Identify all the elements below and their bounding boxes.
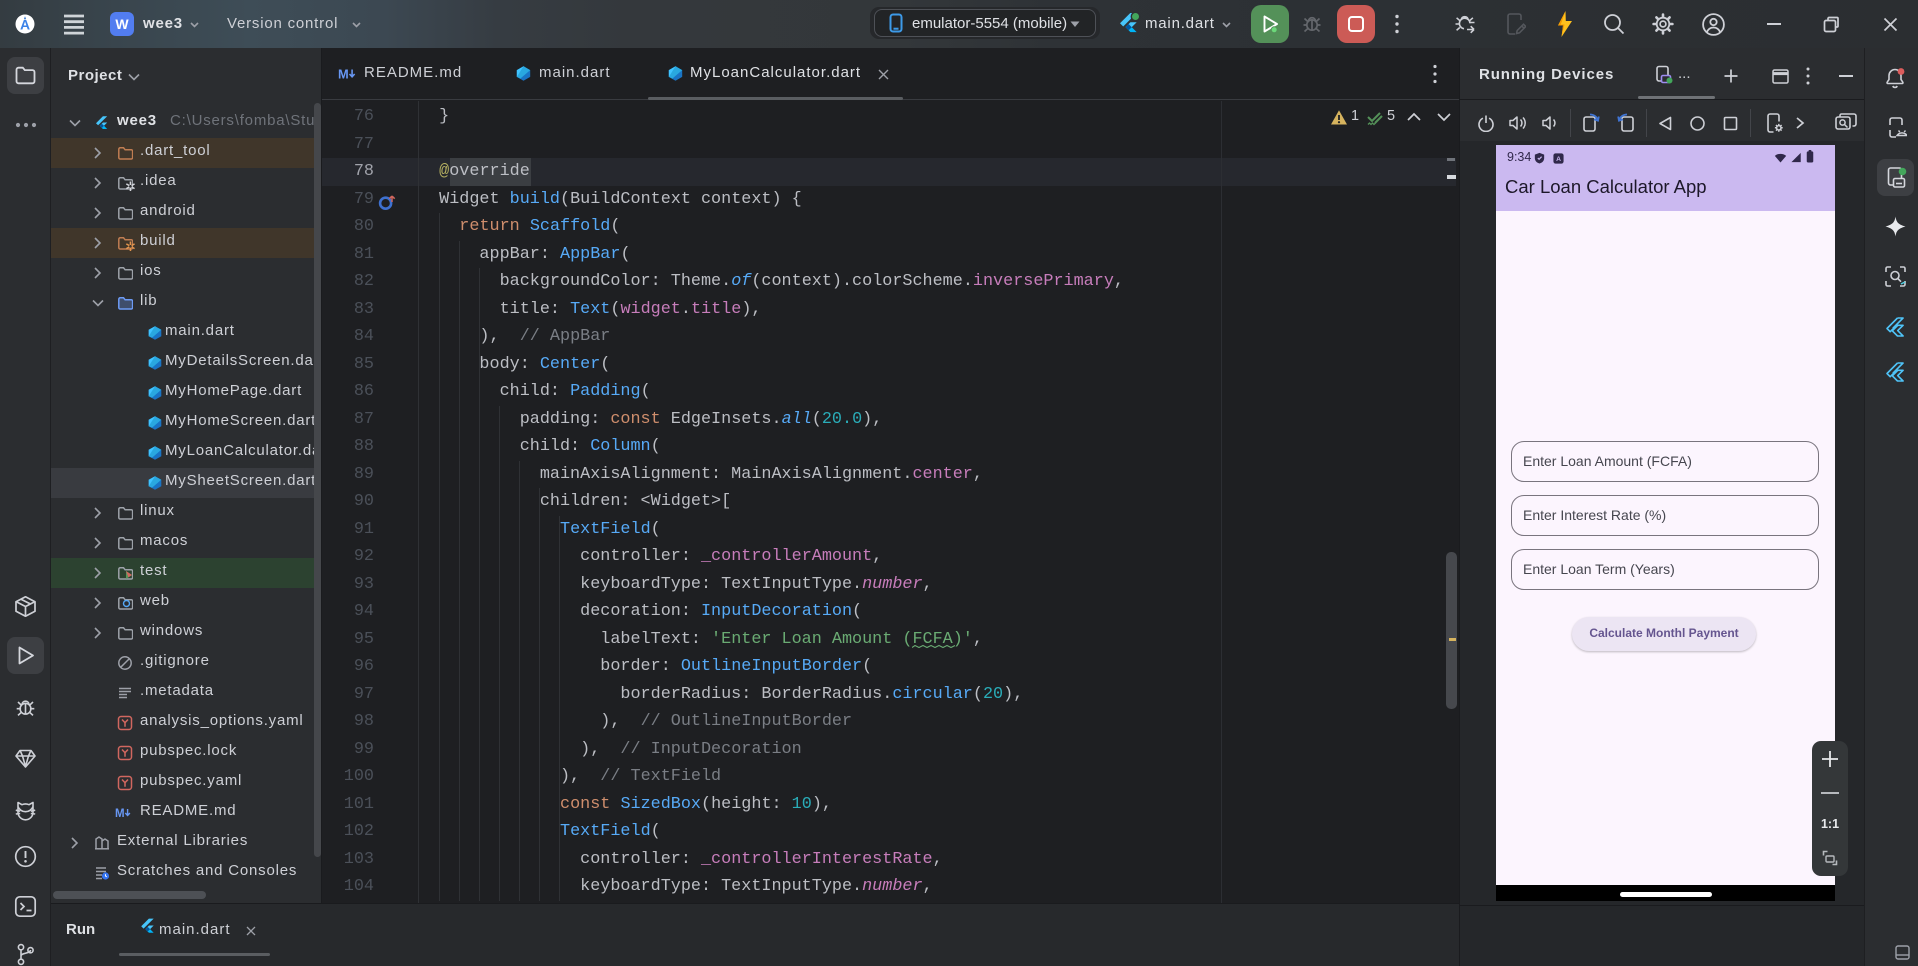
svg-text:A: A <box>1556 156 1561 163</box>
